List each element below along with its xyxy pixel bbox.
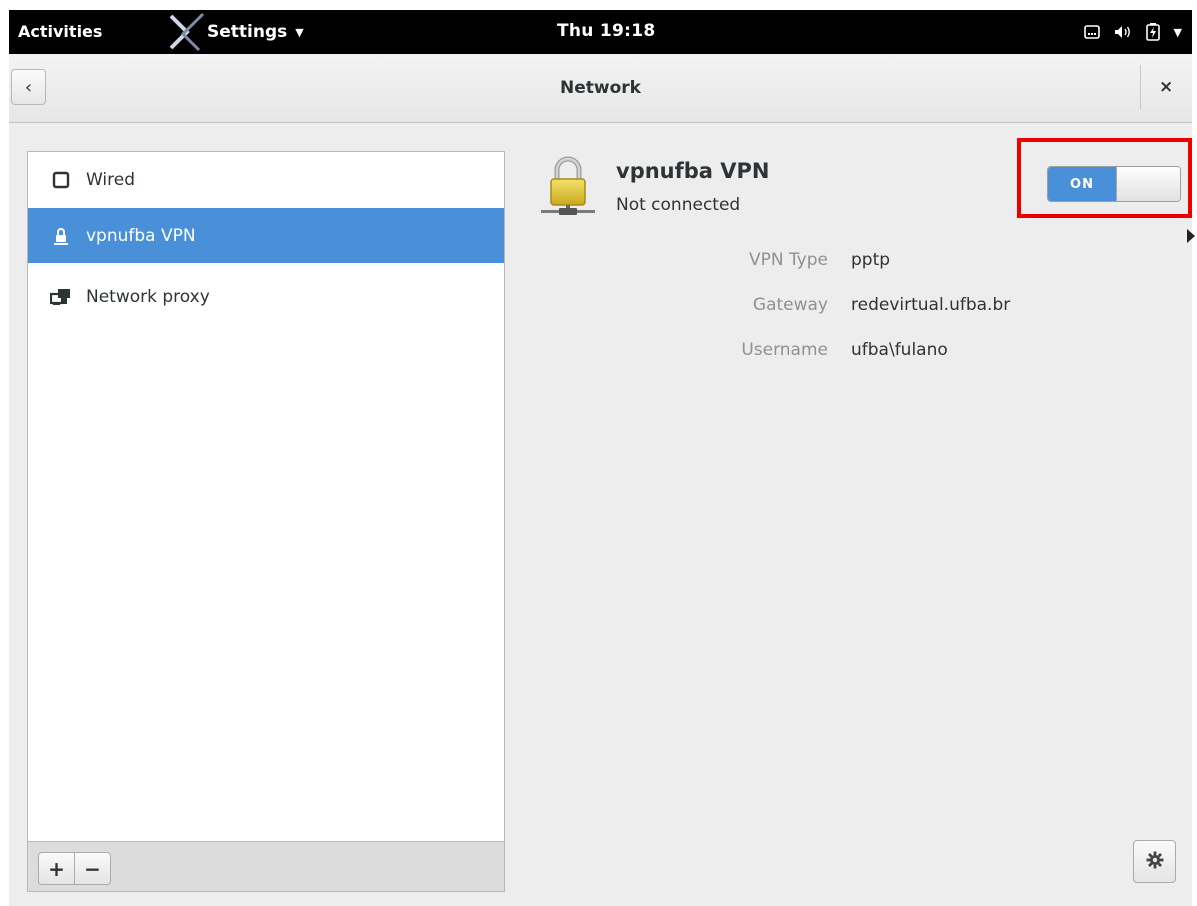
connection-name: vpnufba VPN <box>616 159 770 183</box>
app-menu[interactable]: Settings ▼ <box>169 10 304 54</box>
sidebar-item-label: Network proxy <box>86 286 210 307</box>
username-label: Username <box>741 340 828 360</box>
close-icon: × <box>1159 77 1174 97</box>
app-logo-icon <box>169 10 205 54</box>
activities-button[interactable]: Activities <box>18 22 102 41</box>
volume-icon <box>1114 25 1132 39</box>
header-bar: ‹ Network × <box>9 54 1192 123</box>
network-proxy-icon <box>50 287 72 307</box>
header-separator <box>1140 65 1141 109</box>
connection-status: Not connected <box>616 195 741 215</box>
toggle-knob <box>1116 167 1180 201</box>
username-value: ufba\fulano <box>851 340 948 360</box>
gateway-value: redevirtual.ufba.br <box>851 295 1011 315</box>
connection-settings-button[interactable] <box>1133 840 1176 883</box>
connection-list: Wired vpnufba VPN Network proxy + − <box>27 151 505 892</box>
top-bar: Activities Settings ▼ Thu 19:18 ▼ <box>9 10 1192 54</box>
vpn-toggle-switch[interactable]: ON <box>1047 166 1181 202</box>
sidebar-item-network-proxy[interactable]: Network proxy <box>28 269 504 324</box>
sidebar-item-label: vpnufba VPN <box>86 225 196 246</box>
settings-window: ‹ Network × Wired vpnufba VPN Network pr… <box>9 54 1195 906</box>
minus-icon: − <box>84 856 101 881</box>
gear-icon <box>1146 851 1164 873</box>
chevron-down-icon: ▼ <box>295 25 304 39</box>
vpn-lock-icon <box>537 154 599 218</box>
vpn-type-value: pptp <box>851 250 891 270</box>
sidebar-item-vpn[interactable]: vpnufba VPN <box>28 208 504 263</box>
sidebar-item-wired[interactable]: Wired <box>28 152 504 207</box>
add-connection-button[interactable]: + <box>38 852 75 885</box>
network-wired-icon <box>1083 25 1100 39</box>
window-title: Network <box>560 78 641 98</box>
chevron-down-icon: ▼ <box>1173 25 1182 39</box>
app-menu-label: Settings <box>207 22 288 42</box>
gateway-label: Gateway <box>752 295 828 315</box>
vpn-lock-icon <box>50 226 72 246</box>
chevron-right-icon <box>1187 229 1195 243</box>
sidebar-item-label: Wired <box>86 169 136 190</box>
system-menu[interactable]: ▼ <box>1083 10 1182 54</box>
toggle-on-label: ON <box>1048 167 1116 201</box>
clock[interactable]: Thu 19:18 <box>557 21 656 41</box>
battery-icon <box>1145 23 1160 41</box>
wired-icon <box>50 170 72 190</box>
close-button[interactable]: × <box>1159 77 1173 97</box>
list-toolbar: + − <box>28 841 504 891</box>
plus-icon: + <box>48 856 65 881</box>
vpn-type-label: VPN Type <box>748 250 828 270</box>
remove-connection-button[interactable]: − <box>74 852 111 885</box>
